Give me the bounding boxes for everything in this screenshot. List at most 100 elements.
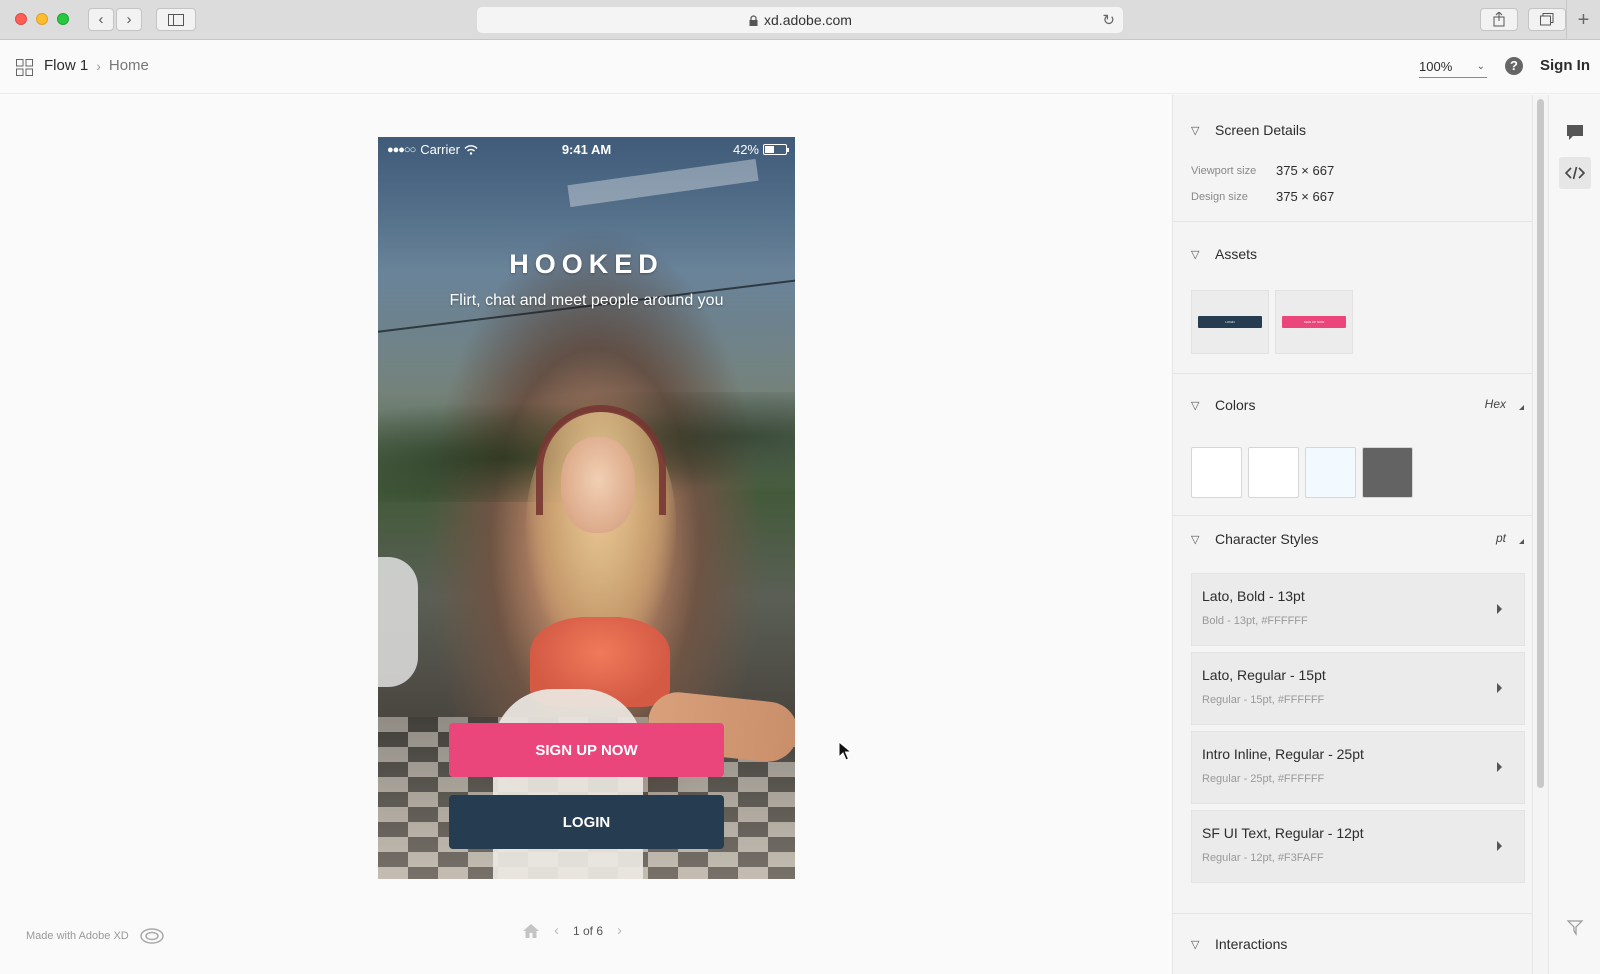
chevron-down-icon: ▽ [1191,399,1200,412]
character-style-item[interactable]: Lato, Regular - 15pt Regular - 15pt, #FF… [1191,652,1525,725]
app-logo-title: HOOKED [509,249,664,279]
divider [1173,515,1532,516]
comments-button[interactable] [1559,117,1591,149]
made-with-label: Made with Adobe XD [26,930,129,942]
page-indicator: 1 of 6 [573,923,604,938]
forward-button[interactable]: › [116,8,142,31]
caret-right-icon [1497,683,1502,693]
inspect-panel: ▽ Screen Details Viewport size 375 × 667… [1172,95,1532,974]
photo-detail [378,557,418,687]
caret-right-icon [1497,841,1502,851]
unit-select[interactable]: pt [1496,531,1506,545]
color-swatch[interactable] [1362,447,1413,498]
tabs-overview-button[interactable] [1528,8,1566,31]
asset-thumbnail[interactable]: SIGN UP NOW [1275,290,1353,354]
breadcrumb: Flow 1 › Home [44,57,149,74]
style-name: Lato, Regular - 15pt [1202,667,1326,683]
browser-toolbar: ‹ › xd.adobe.com ↻ + [0,0,1600,40]
style-detail: Regular - 25pt, #FFFFFF [1202,773,1325,785]
section-title: Screen Details [1215,122,1307,138]
tagline: Flirt, chat and meet people around you [449,292,724,309]
character-styles-header[interactable]: ▽ Character Styles [1191,531,1318,547]
address-bar[interactable]: xd.adobe.com ↻ [477,7,1123,33]
color-format-select[interactable]: Hex [1485,397,1506,411]
viewport-size-label: Viewport size [1191,165,1257,177]
chevron-down-icon: ▽ [1191,938,1200,951]
character-style-item[interactable]: SF UI Text, Regular - 12pt Regular - 12p… [1191,810,1525,883]
share-icon [1493,12,1505,27]
screen-details-header[interactable]: ▽ Screen Details [1191,122,1306,138]
sidebar-toggle-button[interactable] [156,8,196,31]
previous-screen-icon[interactable]: ‹ [554,922,559,939]
url-text: xd.adobe.com [764,12,852,28]
home-icon[interactable] [522,923,540,939]
style-name: SF UI Text, Regular - 12pt [1202,825,1364,841]
asset-preview: LOGIN [1198,316,1262,328]
comment-icon [1567,125,1583,140]
style-detail: Bold - 13pt, #FFFFFF [1202,615,1308,627]
photo-detail [493,689,643,879]
chevron-down-icon: ▽ [1191,248,1200,261]
assets-header[interactable]: ▽ Assets [1191,246,1257,262]
caret-right-icon [1497,762,1502,772]
pin-icon [1566,920,1584,936]
inspect-code-button[interactable] [1559,157,1591,189]
style-detail: Regular - 12pt, #F3FAFF [1202,852,1324,864]
login-button[interactable]: LOGIN [449,795,724,849]
color-swatch[interactable] [1191,447,1242,498]
battery-percent: 42% [732,142,759,157]
interactions-header[interactable]: ▽ Interactions [1191,936,1287,952]
design-size-label: Design size [1191,191,1248,203]
prototype-canvas: ●●●○○ Carrier 9:41 AM 42% HOOKED Flirt, … [0,95,1170,974]
signup-button[interactable]: SIGN UP NOW [449,723,724,777]
chevron-left-icon: ‹ [98,11,104,28]
zoom-value: 100% [1419,59,1453,74]
zoom-window-button[interactable] [57,13,69,25]
pin-button[interactable] [1559,911,1591,943]
dropdown-corner-icon [1519,405,1524,410]
phone-screen: ●●●○○ Carrier 9:41 AM 42% HOOKED Flirt, … [378,137,795,879]
colors-header[interactable]: ▽ Colors [1191,397,1255,413]
color-swatch[interactable] [1248,447,1299,498]
back-button[interactable]: ‹ [88,8,114,31]
panel-scrollbar[interactable] [1532,95,1548,974]
caret-right-icon [1497,604,1502,614]
help-icon[interactable]: ? [1505,57,1523,75]
background-photo [567,158,759,208]
app-header: Flow 1 › Home 100% ⌄ ? Sign In [0,40,1600,94]
close-window-button[interactable] [15,13,27,25]
grid-icon[interactable] [16,59,33,76]
right-rail [1548,95,1600,974]
share-button[interactable] [1480,8,1518,31]
sign-in-link[interactable]: Sign In [1540,57,1590,74]
minimize-window-button[interactable] [36,13,48,25]
screen-pager: ‹ 1 of 6 › [522,922,622,939]
section-title: Assets [1215,246,1258,262]
divider [1173,913,1532,914]
section-title: Character Styles [1215,531,1319,547]
plus-icon: + [1577,8,1590,31]
tabs-icon [1540,13,1554,26]
breadcrumb-flow[interactable]: Flow 1 [44,57,88,74]
dropdown-corner-icon [1519,539,1524,544]
lock-icon [749,14,758,26]
code-icon [1565,166,1585,180]
style-name: Intro Inline, Regular - 25pt [1202,746,1364,762]
made-with-xd[interactable]: Made with Adobe XD [26,927,165,945]
battery-icon [763,144,789,155]
viewport-size-value: 375 × 667 [1276,163,1335,178]
scrollbar-thumb[interactable] [1537,99,1544,788]
ios-status-bar: ●●●○○ Carrier 9:41 AM 42% [378,137,795,163]
breadcrumb-screen: Home [108,57,149,74]
creative-cloud-icon [139,928,164,944]
chevron-right-icon: › [96,57,101,74]
zoom-select[interactable]: 100% ⌄ [1419,56,1487,78]
asset-thumbnail[interactable]: LOGIN [1191,290,1269,354]
new-tab-button[interactable]: + [1566,0,1600,40]
color-swatch[interactable] [1305,447,1356,498]
divider [1173,221,1532,222]
reload-icon[interactable]: ↻ [1102,11,1115,29]
next-screen-icon[interactable]: › [617,922,622,939]
character-style-item[interactable]: Lato, Bold - 13pt Bold - 13pt, #FFFFFF [1191,573,1525,646]
character-style-item[interactable]: Intro Inline, Regular - 25pt Regular - 2… [1191,731,1525,804]
